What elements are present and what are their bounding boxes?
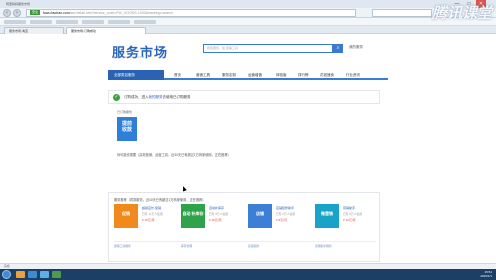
rec-item[interactable]: 促销 超级店长-促销 已有 12万人使用 ¥ 15元/月: [114, 204, 180, 238]
rec-thumb[interactable]: 促销: [114, 204, 138, 228]
category-button[interactable]: 全部类目服务: [108, 70, 164, 80]
recommendations-panel: 服务推荐（同类服务，近30天已有超过1万商家使用，正在推荐） 促销 超级店长-促…: [108, 192, 380, 262]
notice-suffix: 去使用已订购服务: [162, 95, 191, 99]
tab-strip: 服务市场-淘宝 服务市场-订购成功: [0, 26, 496, 34]
rec-name[interactable]: 营销助手: [343, 206, 379, 210]
rec-price: ¥ 15元/月: [142, 218, 155, 222]
rec-item[interactable]: 自动 补库存 自动补库存 已有 8万人使用 ¥ 10元/月: [181, 204, 247, 238]
clock-date: 2016/1/1: [480, 274, 492, 278]
rec-meta: 已有 5万人使用: [343, 212, 363, 216]
recommendations-title: 服务推荐（同类服务，近30天已有超过1万商家使用，正在推荐）: [114, 198, 206, 202]
app-icon[interactable]: [40, 271, 49, 278]
nav-item-operations[interactable]: 运营增值: [248, 70, 262, 80]
window-title: 阿里妈妈服务市场: [6, 2, 31, 6]
rec-price: ¥ 9元/月: [276, 218, 288, 222]
search-icon[interactable]: ⌕: [333, 44, 343, 53]
nav-item-trial[interactable]: 体验版: [276, 70, 287, 80]
bookmarks-bar: [0, 18, 496, 26]
my-service-link[interactable]: 我的服务: [349, 45, 363, 50]
site-search-input[interactable]: 搜索服务，如:促销工具: [203, 44, 333, 53]
system-clock[interactable]: 15:51 2016/1/1: [480, 270, 492, 278]
rec-item[interactable]: 微营销 营销助手 已有 5万人使用 ¥ 12元/月: [315, 204, 381, 238]
nav-item-news[interactable]: 行业资讯: [346, 70, 360, 80]
mouse-cursor: [181, 185, 187, 192]
service-icon[interactable]: 提前 收款: [117, 117, 137, 141]
divider: [114, 241, 376, 242]
rec-name[interactable]: 店铺装修助手: [276, 206, 312, 210]
explorer-icon[interactable]: [16, 271, 25, 278]
service-icon-line2: 收款: [121, 127, 132, 133]
url-field[interactable]: 安全 fuwu.taobao.com/ser/detail.htm?service…: [26, 9, 356, 17]
ordered-service-label: 已订购服务: [117, 110, 133, 114]
check-icon: ✓: [113, 94, 120, 101]
rec-name[interactable]: 自动补库存: [209, 206, 245, 210]
rec-meta: 已有 12万人使用: [142, 212, 163, 216]
bookmark-item[interactable]: [82, 20, 104, 24]
nav-item-custom[interactable]: 服务定制: [222, 70, 236, 80]
nav-item-marketing[interactable]: 营销工具: [196, 70, 210, 80]
app-icon[interactable]: [52, 271, 61, 278]
rec-price: ¥ 10元/月: [209, 218, 222, 222]
my-service-notice-link[interactable]: 我的服务: [149, 95, 163, 99]
site-logo-subtitle: FUWU.TAOBAO.COM: [112, 56, 145, 59]
rec-footer-link[interactable]: 库存管理: [181, 244, 241, 248]
bookmark-item[interactable]: [30, 20, 52, 24]
rec-price: ¥ 12元/月: [343, 218, 356, 222]
rec-name[interactable]: 超级店长-促销: [142, 206, 178, 210]
start-button[interactable]: [2, 270, 11, 279]
address-bar: ‹ › 安全 fuwu.taobao.com/ser/detail.htm?ser…: [0, 8, 496, 18]
taskbar: 15:51 2016/1/1: [0, 269, 496, 280]
notice-prefix: 订购成功，进入: [124, 95, 149, 99]
rec-thumb[interactable]: 自动 补库存: [181, 204, 205, 228]
forward-icon[interactable]: ›: [13, 9, 21, 17]
url-path: /ser/detail.htm?service_code=FW_GOODS-10…: [69, 11, 173, 15]
nav-item-quick-buy[interactable]: 花钱速卖: [320, 70, 334, 80]
nav-item-ranking[interactable]: 排行榜: [298, 70, 309, 80]
watermark: 腾讯课堂: [431, 5, 492, 22]
rec-footer-link[interactable]: 店铺装修: [248, 244, 308, 248]
rec-meta: 已有 6万人使用: [276, 212, 296, 216]
main-nav: 全部类目服务 首页 营销工具 服务定制 运营增值 体验版 排行榜 花钱速卖 行业…: [108, 70, 388, 80]
bookmark-item[interactable]: [134, 20, 156, 24]
bookmark-item[interactable]: [4, 20, 26, 24]
rec-footer-link[interactable]: 促销工具推荐: [114, 244, 174, 248]
bookmark-item[interactable]: [108, 20, 130, 24]
rec-footer-link[interactable]: 营销助手推荐: [315, 244, 375, 248]
back-icon[interactable]: ‹: [3, 9, 11, 17]
browser-icon[interactable]: [28, 271, 37, 278]
url-domain: fuwu.taobao.com: [43, 11, 70, 15]
secure-badge: 安全: [30, 10, 41, 15]
rec-thumb[interactable]: 店铺: [248, 204, 272, 228]
browser-search-input[interactable]: [372, 9, 432, 17]
bookmark-item[interactable]: [56, 20, 78, 24]
rec-thumb[interactable]: 微营销: [315, 204, 339, 228]
notice-text: 订购成功，进入我的服务去使用已订购服务: [124, 95, 191, 100]
window-titlebar: 阿里妈妈服务市场 — □ ✕: [0, 0, 496, 8]
rec-meta: 已有 8万人使用: [209, 212, 229, 216]
rec-item[interactable]: 店铺 店铺装修助手 已有 6万人使用 ¥ 9元/月: [248, 204, 314, 238]
service-description: 你可能也需要（高效营销、运营工具，近30天已有超过1万商家使用，正在推荐）: [117, 153, 231, 157]
tab-order-success[interactable]: 服务市场-订购成功: [66, 27, 146, 34]
tab-fuwu-home[interactable]: 服务市场-淘宝: [4, 27, 64, 34]
success-notice: ✓ 订购成功，进入我的服务去使用已订购服务: [108, 90, 380, 104]
nav-item-home[interactable]: 首页: [174, 70, 181, 80]
